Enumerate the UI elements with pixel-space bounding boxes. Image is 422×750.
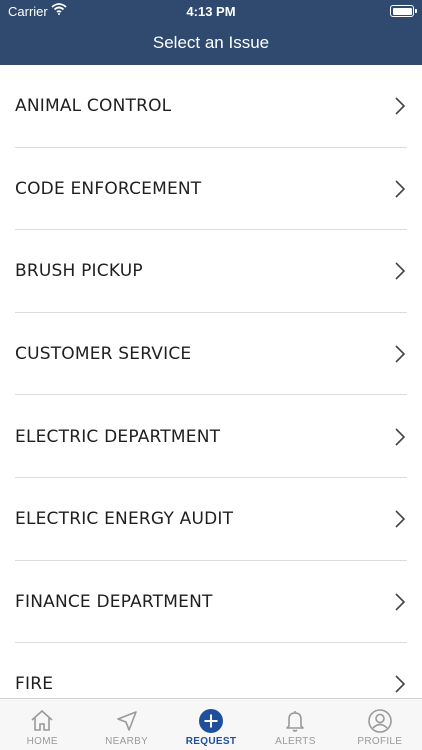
- page-title: Select an Issue: [152, 33, 270, 52]
- chevron-right-icon: [395, 593, 406, 611]
- tab-alerts[interactable]: ALERTS: [253, 699, 337, 750]
- issue-row[interactable]: FIRE: [0, 643, 422, 698]
- issue-label: CUSTOMER SERVICE: [15, 344, 192, 365]
- navigation-bar: Carrier 4:13 PM Select an Issue: [0, 0, 422, 65]
- issue-row[interactable]: ELECTRIC ENERGY AUDIT: [0, 478, 422, 561]
- location-arrow-icon: [116, 711, 137, 731]
- chevron-right-icon: [395, 97, 406, 115]
- tab-label: NEARBY: [105, 736, 149, 747]
- chevron-right-icon: [395, 510, 406, 528]
- user-circle-icon: [368, 709, 392, 733]
- issue-row[interactable]: CUSTOMER SERVICE: [0, 313, 422, 396]
- tab-request[interactable]: REQUEST: [169, 699, 253, 750]
- issue-label: FINANCE DEPARTMENT: [15, 591, 213, 612]
- issue-label: ELECTRIC DEPARTMENT: [15, 426, 221, 447]
- issue-row[interactable]: BRUSH PICKUP: [0, 230, 422, 313]
- chevron-right-icon: [395, 345, 406, 363]
- issue-row[interactable]: FINANCE DEPARTMENT: [0, 561, 422, 644]
- tab-bar: HOME NEARBY REQUEST ALERTS PROFILE: [0, 698, 422, 750]
- status-time: 4:13 PM: [186, 4, 236, 19]
- issue-label: ELECTRIC ENERGY AUDIT: [15, 509, 234, 530]
- tab-label: PROFILE: [357, 736, 403, 747]
- chevron-right-icon: [395, 675, 406, 694]
- status-bar: Carrier 4:13 PM: [0, 0, 422, 22]
- tab-label: REQUEST: [185, 736, 237, 747]
- tab-label: HOME: [26, 736, 58, 747]
- battery-icon: [390, 5, 417, 17]
- chevron-right-icon: [395, 262, 406, 281]
- issue-row[interactable]: ANIMAL CONTROL: [0, 65, 422, 148]
- home-icon: [31, 709, 53, 731]
- tab-label: ALERTS: [275, 736, 316, 747]
- chevron-right-icon: [395, 180, 406, 198]
- bell-icon: [286, 711, 305, 732]
- tab-nearby[interactable]: NEARBY: [84, 699, 168, 750]
- tab-home[interactable]: HOME: [0, 699, 84, 750]
- issue-label: BRUSH PICKUP: [15, 261, 143, 282]
- chevron-right-icon: [395, 428, 406, 446]
- issue-row[interactable]: ELECTRIC DEPARTMENT: [0, 395, 422, 478]
- plus-circle-icon: [199, 709, 224, 733]
- issue-label: ANIMAL CONTROL: [15, 96, 172, 117]
- issue-row[interactable]: CODE ENFORCEMENT: [0, 148, 422, 231]
- issue-label: FIRE: [15, 674, 54, 695]
- issue-list: ANIMAL CONTROL CODE ENFORCEMENT BRUSH PI…: [0, 65, 422, 698]
- issue-label: CODE ENFORCEMENT: [15, 178, 202, 199]
- tab-profile[interactable]: PROFILE: [338, 699, 422, 750]
